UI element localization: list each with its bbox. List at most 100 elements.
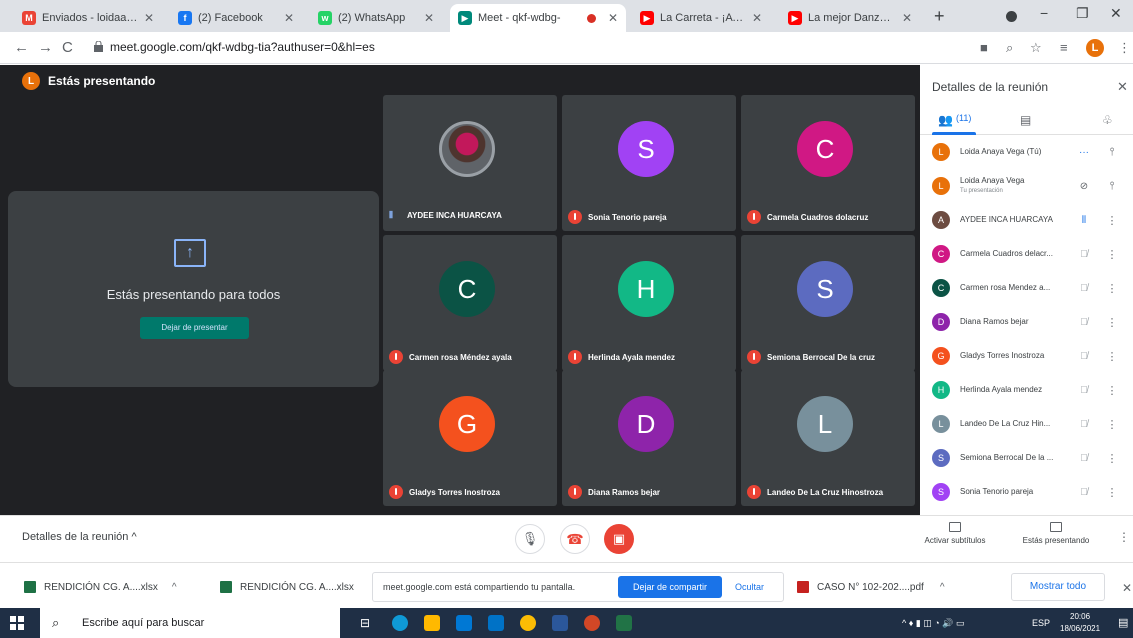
participant-list-item[interactable]: A AYDEE INCA HUARCAYA ⦀ ⋮ bbox=[932, 205, 1124, 235]
chevron-up-icon[interactable]: ^ bbox=[940, 582, 945, 593]
participant-tile[interactable]: C Carmela Cuadros dolacruz bbox=[741, 95, 915, 231]
minimize-icon[interactable]: − bbox=[1040, 5, 1048, 21]
mic-off-icon[interactable]: 🎙̸ bbox=[1074, 283, 1094, 294]
mic-off-icon[interactable]: 🎙̸ bbox=[1074, 351, 1094, 362]
download-item[interactable]: RENDICIÓN CG. A....xlsx ^ bbox=[24, 581, 177, 593]
back-icon[interactable]: ← bbox=[14, 39, 29, 56]
participant-list-item[interactable]: S Semiona Berrocal De la ... 🎙̸ ⋮ bbox=[932, 443, 1124, 473]
task-view-icon[interactable]: ⊟ bbox=[360, 616, 376, 632]
close-tab-icon[interactable]: ✕ bbox=[424, 11, 434, 25]
hangup-button[interactable]: ☎ bbox=[560, 524, 590, 554]
maximize-icon[interactable]: ❐ bbox=[1076, 5, 1089, 22]
participant-list-item[interactable]: C Carmen rosa Mendez a... 🎙̸ ⋮ bbox=[932, 273, 1124, 303]
mail-icon[interactable] bbox=[488, 615, 504, 631]
hide-notice-link[interactable]: Ocultar bbox=[735, 582, 764, 592]
edge-icon[interactable] bbox=[392, 615, 408, 631]
mic-off-icon[interactable]: 🎙̸ bbox=[1074, 453, 1094, 464]
url-text[interactable]: meet.google.com/qkf-wdbg-tia?authuser=0&… bbox=[110, 40, 375, 54]
participant-tile[interactable]: L Landeo De La Cruz Hinostroza bbox=[741, 370, 915, 506]
participant-tile[interactable]: ⦀ AYDEE INCA HUARCAYA bbox=[383, 95, 557, 231]
close-tab-icon[interactable]: ✕ bbox=[284, 11, 294, 25]
windows-start-icon[interactable] bbox=[10, 616, 24, 630]
close-icon[interactable]: ✕ bbox=[1117, 79, 1128, 95]
more-options-icon[interactable]: ⋮ bbox=[1102, 418, 1122, 431]
captions-button[interactable]: Activar subtítulos bbox=[920, 522, 990, 545]
presenting-status-button[interactable]: Estás presentando bbox=[1014, 522, 1098, 545]
close-tab-icon[interactable]: ✕ bbox=[752, 11, 762, 25]
more-options-icon[interactable]: ⋮ bbox=[1102, 316, 1122, 329]
notifications-icon[interactable]: ▤ bbox=[1118, 616, 1128, 629]
meeting-details-link[interactable]: Detalles de la reunión ^ bbox=[22, 531, 137, 543]
chrome-icon[interactable] bbox=[520, 615, 536, 631]
participant-list-item[interactable]: L Landeo De La Cruz Hin... 🎙̸ ⋮ bbox=[932, 409, 1124, 439]
profile-avatar[interactable]: L bbox=[1086, 39, 1104, 57]
bookmark-star-icon[interactable]: ☆ bbox=[1030, 40, 1042, 56]
more-options-icon[interactable]: ⋮ bbox=[1102, 452, 1122, 465]
menu-icon[interactable]: ⋮ bbox=[1118, 40, 1131, 56]
participant-tile[interactable]: C Carmen rosa Méndez ayala bbox=[383, 235, 557, 371]
close-tab-icon[interactable]: ✕ bbox=[144, 11, 154, 25]
mic-off-icon[interactable]: 🎙̸ bbox=[1074, 385, 1094, 396]
more-options-icon[interactable]: ⋮ bbox=[1102, 350, 1122, 363]
participant-list-item[interactable]: C Carmela Cuadros delacr... 🎙̸ ⋮ bbox=[932, 239, 1124, 269]
browser-tab[interactable]: M Enviados - loidaav.2@ ✕ bbox=[14, 4, 162, 32]
excel-icon[interactable] bbox=[616, 615, 632, 631]
more-options-icon[interactable]: ⋮ bbox=[1102, 214, 1122, 227]
file-explorer-icon[interactable] bbox=[424, 615, 440, 631]
participant-list-item[interactable]: H Herlinda Ayala mendez 🎙̸ ⋮ bbox=[932, 375, 1124, 405]
browser-tab[interactable]: f (2) Facebook ✕ bbox=[170, 4, 302, 32]
more-dots-icon[interactable]: ··· bbox=[1074, 147, 1094, 158]
close-tab-icon[interactable]: ✕ bbox=[902, 11, 912, 25]
camera-off-button[interactable]: ▣ bbox=[604, 524, 634, 554]
camera-icon[interactable]: ■ bbox=[980, 40, 988, 55]
chevron-up-icon[interactable]: ^ bbox=[172, 582, 177, 593]
download-item[interactable]: CASO N° 102-202....pdf ^ bbox=[797, 581, 945, 593]
more-options-icon[interactable]: ⋮ bbox=[1102, 486, 1122, 499]
stop-presenting-button[interactable]: Dejar de presentar bbox=[140, 317, 249, 339]
more-options-icon[interactable]: ⋮ bbox=[1102, 384, 1122, 397]
browser-tab[interactable]: ▶ Meet - qkf-wdbg- ✕ bbox=[450, 4, 626, 32]
store-icon[interactable] bbox=[456, 615, 472, 631]
participant-tile[interactable]: G Gladys Torres Inostroza bbox=[383, 370, 557, 506]
participant-tile[interactable]: H Herlinda Ayala mendez bbox=[562, 235, 736, 371]
pin-icon[interactable]: ⫯ bbox=[1102, 146, 1122, 159]
language-indicator[interactable]: ESP bbox=[1032, 618, 1050, 628]
browser-tab[interactable]: ▶ La Carreta - ¡A quién ✕ bbox=[632, 4, 770, 32]
people-icon[interactable]: 👥 bbox=[938, 113, 953, 127]
window-close-icon[interactable]: ✕ bbox=[1110, 5, 1122, 22]
forward-icon[interactable]: → bbox=[38, 39, 53, 56]
mic-off-icon[interactable]: 🎙̸ bbox=[1074, 419, 1094, 430]
participant-list-item[interactable]: L Loida Anaya Vega (Tú) ··· ⫯ bbox=[932, 137, 1124, 167]
participant-list-item[interactable]: S Sonia Tenorio pareja 🎙̸ ⋮ bbox=[932, 477, 1124, 507]
mic-active-icon[interactable]: ⦀ bbox=[1074, 215, 1094, 226]
participant-list-item[interactable]: G Gladys Torres Inostroza 🎙̸ ⋮ bbox=[932, 341, 1124, 371]
browser-tab[interactable]: ▶ La mejor Danza TINKU ✕ bbox=[780, 4, 920, 32]
browser-tab[interactable]: w (2) WhatsApp ✕ bbox=[310, 4, 442, 32]
activities-icon[interactable]: ♧ bbox=[1102, 113, 1113, 127]
mic-off-icon[interactable]: 🎙̸ bbox=[1074, 487, 1094, 498]
clock[interactable]: 20:06 18/06/2021 bbox=[1060, 611, 1100, 635]
participant-tile[interactable]: S Semiona Berrocal De la cruz bbox=[741, 235, 915, 371]
taskbar-search[interactable]: ⌕ Escribe aquí para buscar bbox=[40, 608, 340, 638]
stop-sharing-button[interactable]: Dejar de compartir bbox=[618, 576, 722, 598]
powerpoint-icon[interactable] bbox=[584, 615, 600, 631]
reload-icon[interactable]: C bbox=[62, 39, 73, 56]
presenting-icon[interactable]: ⊘ bbox=[1074, 181, 1094, 192]
close-icon[interactable]: ✕ bbox=[1122, 581, 1132, 595]
mic-off-icon[interactable]: 🎙̸ bbox=[1074, 317, 1094, 328]
more-options-icon[interactable]: ⋮ bbox=[1102, 282, 1122, 295]
mic-off-icon[interactable]: 🎙̸ bbox=[1074, 249, 1094, 260]
participant-tile[interactable]: D Diana Ramos bejar bbox=[562, 370, 736, 506]
new-tab-button[interactable]: + bbox=[934, 6, 945, 27]
pin-icon[interactable]: ⫯ bbox=[1102, 180, 1122, 193]
show-all-button[interactable]: Mostrar todo bbox=[1011, 573, 1105, 601]
zoom-icon[interactable]: ⌕ bbox=[1006, 40, 1013, 56]
playlist-icon[interactable]: ≡ bbox=[1060, 40, 1068, 55]
more-options-icon[interactable]: ⋮ bbox=[1118, 530, 1130, 544]
participant-list-item[interactable]: D Diana Ramos bejar 🎙̸ ⋮ bbox=[932, 307, 1124, 337]
participant-tile[interactable]: S Sonia Tenorio pareja bbox=[562, 95, 736, 231]
more-options-icon[interactable]: ⋮ bbox=[1102, 248, 1122, 261]
close-tab-icon[interactable]: ✕ bbox=[608, 11, 618, 25]
profile-dot-icon[interactable] bbox=[1006, 11, 1017, 22]
participant-list-item[interactable]: L Loida Anaya Vega Tu presentación ⊘ ⫯ bbox=[932, 171, 1124, 201]
